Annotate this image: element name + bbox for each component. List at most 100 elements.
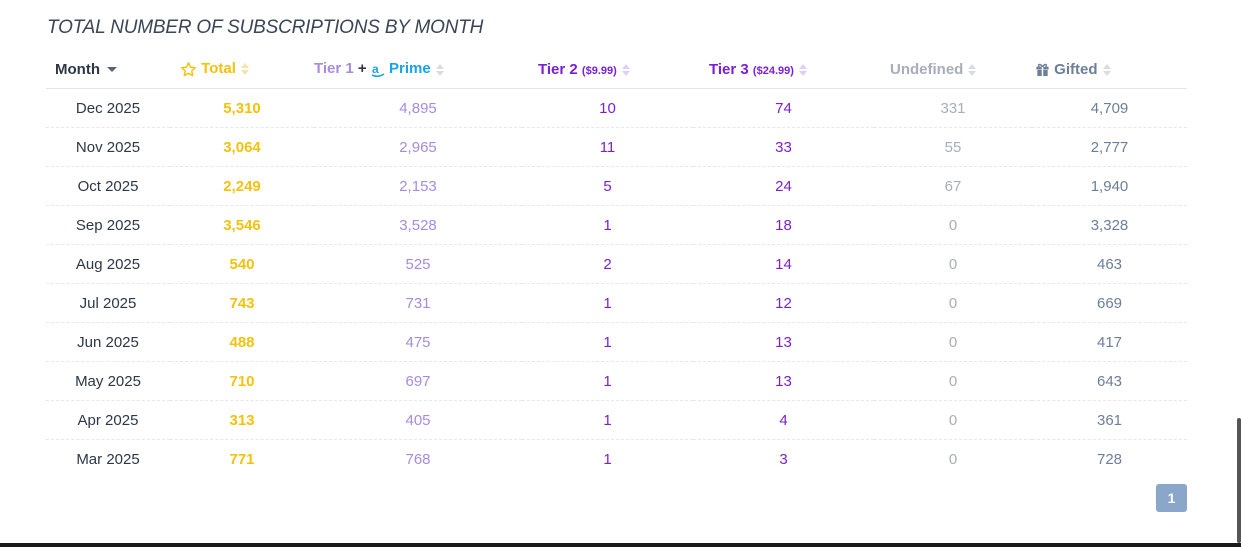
cell-tier2: 1 — [522, 322, 693, 362]
subscriptions-table: Month Total Tier 1 + a Prime Tier 2 ($9.… — [46, 50, 1187, 478]
cell-undefined: 0 — [874, 283, 1032, 323]
cell-gifted: 3,328 — [1032, 205, 1187, 245]
svg-text:a: a — [372, 62, 379, 76]
cell-tier3: 13 — [693, 322, 874, 362]
header-gifted[interactable]: Gifted — [1032, 50, 1187, 89]
header-tier1-label: Tier 1 — [314, 60, 354, 78]
table-row: Jun 2025 488 475 1 13 0 417 — [46, 322, 1187, 362]
header-tier2-label: Tier 2 — [538, 60, 578, 78]
cell-tier3: 74 — [693, 88, 874, 128]
cell-undefined: 55 — [874, 127, 1032, 167]
sort-icon — [435, 63, 444, 76]
cell-tier1: 731 — [314, 283, 522, 323]
cell-tier1: 768 — [405, 450, 431, 468]
cell-tier1: 2,965 — [314, 127, 522, 167]
cell-month: Jul 2025 — [46, 283, 170, 323]
cell-undefined: 331 — [874, 88, 1032, 128]
cell-gifted: 4,709 — [1032, 88, 1187, 128]
pagination-page-button[interactable]: 1 — [1156, 484, 1187, 512]
cell-tier3: 4 — [693, 400, 874, 440]
cell-month: Oct 2025 — [46, 166, 170, 206]
header-total-label: Total — [201, 60, 236, 78]
table-header-row: Month Total Tier 1 + a Prime Tier 2 ($9.… — [46, 50, 1187, 89]
cell-tier3: 24 — [693, 166, 874, 206]
cell-tier1: 475 — [314, 322, 522, 362]
cell-month: Apr 2025 — [46, 400, 170, 440]
cell-tier2: 10 — [522, 88, 693, 128]
cell-tier2: 1 — [522, 205, 693, 245]
cell-tier1: 3,528 — [314, 205, 522, 245]
header-undefined[interactable]: Undefined — [874, 50, 1032, 89]
header-tier1-prime[interactable]: Tier 1 + a Prime — [314, 50, 522, 89]
star-icon — [180, 61, 197, 77]
cell-month: Nov 2025 — [46, 127, 170, 167]
cell-undefined: 0 — [874, 361, 1032, 401]
table-row: Apr 2025 313 405 1 4 0 361 — [46, 400, 1187, 440]
cell-gifted: 1,940 — [1032, 166, 1187, 206]
cell-gifted: 728 — [1096, 450, 1123, 468]
cell-tier1: 4,895 — [314, 88, 522, 128]
sort-desc-icon — [106, 67, 117, 73]
header-tier2-price: ($9.99) — [581, 64, 617, 77]
header-tier3-price: ($24.99) — [752, 64, 794, 77]
cell-undefined: 0 — [948, 450, 958, 468]
cell-month: Aug 2025 — [46, 244, 170, 284]
cell-total: 313 — [170, 400, 314, 440]
cell-gifted: 2,777 — [1032, 127, 1187, 167]
cell-gifted: 643 — [1032, 361, 1187, 401]
header-total[interactable]: Total — [170, 50, 314, 89]
table-row: Aug 2025 540 525 2 14 0 463 — [46, 244, 1187, 284]
cell-month: Jun 2025 — [46, 322, 170, 362]
cell-tier3: 33 — [693, 127, 874, 167]
cell-total: 5,310 — [170, 88, 314, 128]
gift-icon — [1036, 63, 1049, 77]
cell-total: 540 — [170, 244, 314, 284]
cell-total: 771 — [229, 450, 255, 468]
sort-icon — [798, 63, 807, 76]
table-row: Dec 2025 5,310 4,895 10 74 331 4,709 — [46, 88, 1187, 128]
cell-tier3: 18 — [693, 205, 874, 245]
cell-month: Mar 2025 — [76, 450, 140, 468]
cell-gifted: 361 — [1032, 400, 1187, 440]
cell-tier1: 525 — [314, 244, 522, 284]
cell-total: 3,546 — [170, 205, 314, 245]
header-month[interactable]: Month — [46, 50, 170, 89]
section-title: TOTAL NUMBER OF SUBSCRIPTIONS BY MONTH — [47, 17, 484, 38]
cell-gifted: 463 — [1032, 244, 1187, 284]
cell-total: 3,064 — [170, 127, 314, 167]
cell-month: Dec 2025 — [46, 88, 170, 128]
cell-tier1: 697 — [314, 361, 522, 401]
cell-tier3: 3 — [779, 450, 788, 468]
sort-icon — [621, 63, 630, 76]
cell-tier2: 1 — [603, 450, 612, 468]
cell-total: 488 — [170, 322, 314, 362]
sort-icon — [1102, 63, 1111, 76]
header-gifted-label: Gifted — [1054, 60, 1098, 78]
table-row: Nov 2025 3,064 2,965 11 33 55 2,777 — [46, 127, 1187, 167]
cell-gifted: 417 — [1032, 322, 1187, 362]
cell-gifted: 669 — [1032, 283, 1187, 323]
table-row: Mar 2025 771 768 1 3 0 728 — [46, 440, 1187, 479]
cell-tier3: 14 — [693, 244, 874, 284]
cell-undefined: 67 — [874, 166, 1032, 206]
cell-tier3: 13 — [693, 361, 874, 401]
cell-undefined: 0 — [874, 205, 1032, 245]
header-tier2[interactable]: Tier 2 ($9.99) — [522, 50, 693, 89]
table-row: Oct 2025 2,249 2,153 5 24 67 1,940 — [46, 166, 1187, 206]
scrollbar-thumb[interactable] — [1237, 418, 1241, 543]
table-row: Sep 2025 3,546 3,528 1 18 0 3,328 — [46, 205, 1187, 245]
header-plus-label: + — [357, 60, 367, 78]
table-row: Jul 2025 743 731 1 12 0 669 — [46, 283, 1187, 323]
bottom-edge — [0, 543, 1241, 547]
cell-month: May 2025 — [46, 361, 170, 401]
amazon-icon: a — [371, 62, 385, 77]
cell-tier2: 1 — [522, 283, 693, 323]
cell-total: 710 — [170, 361, 314, 401]
cell-tier3: 12 — [693, 283, 874, 323]
cell-total: 743 — [170, 283, 314, 323]
cell-undefined: 0 — [874, 322, 1032, 362]
header-undefined-label: Undefined — [890, 60, 964, 78]
cell-total: 2,249 — [170, 166, 314, 206]
header-tier3[interactable]: Tier 3 ($24.99) — [693, 50, 874, 89]
cell-tier1: 2,153 — [314, 166, 522, 206]
